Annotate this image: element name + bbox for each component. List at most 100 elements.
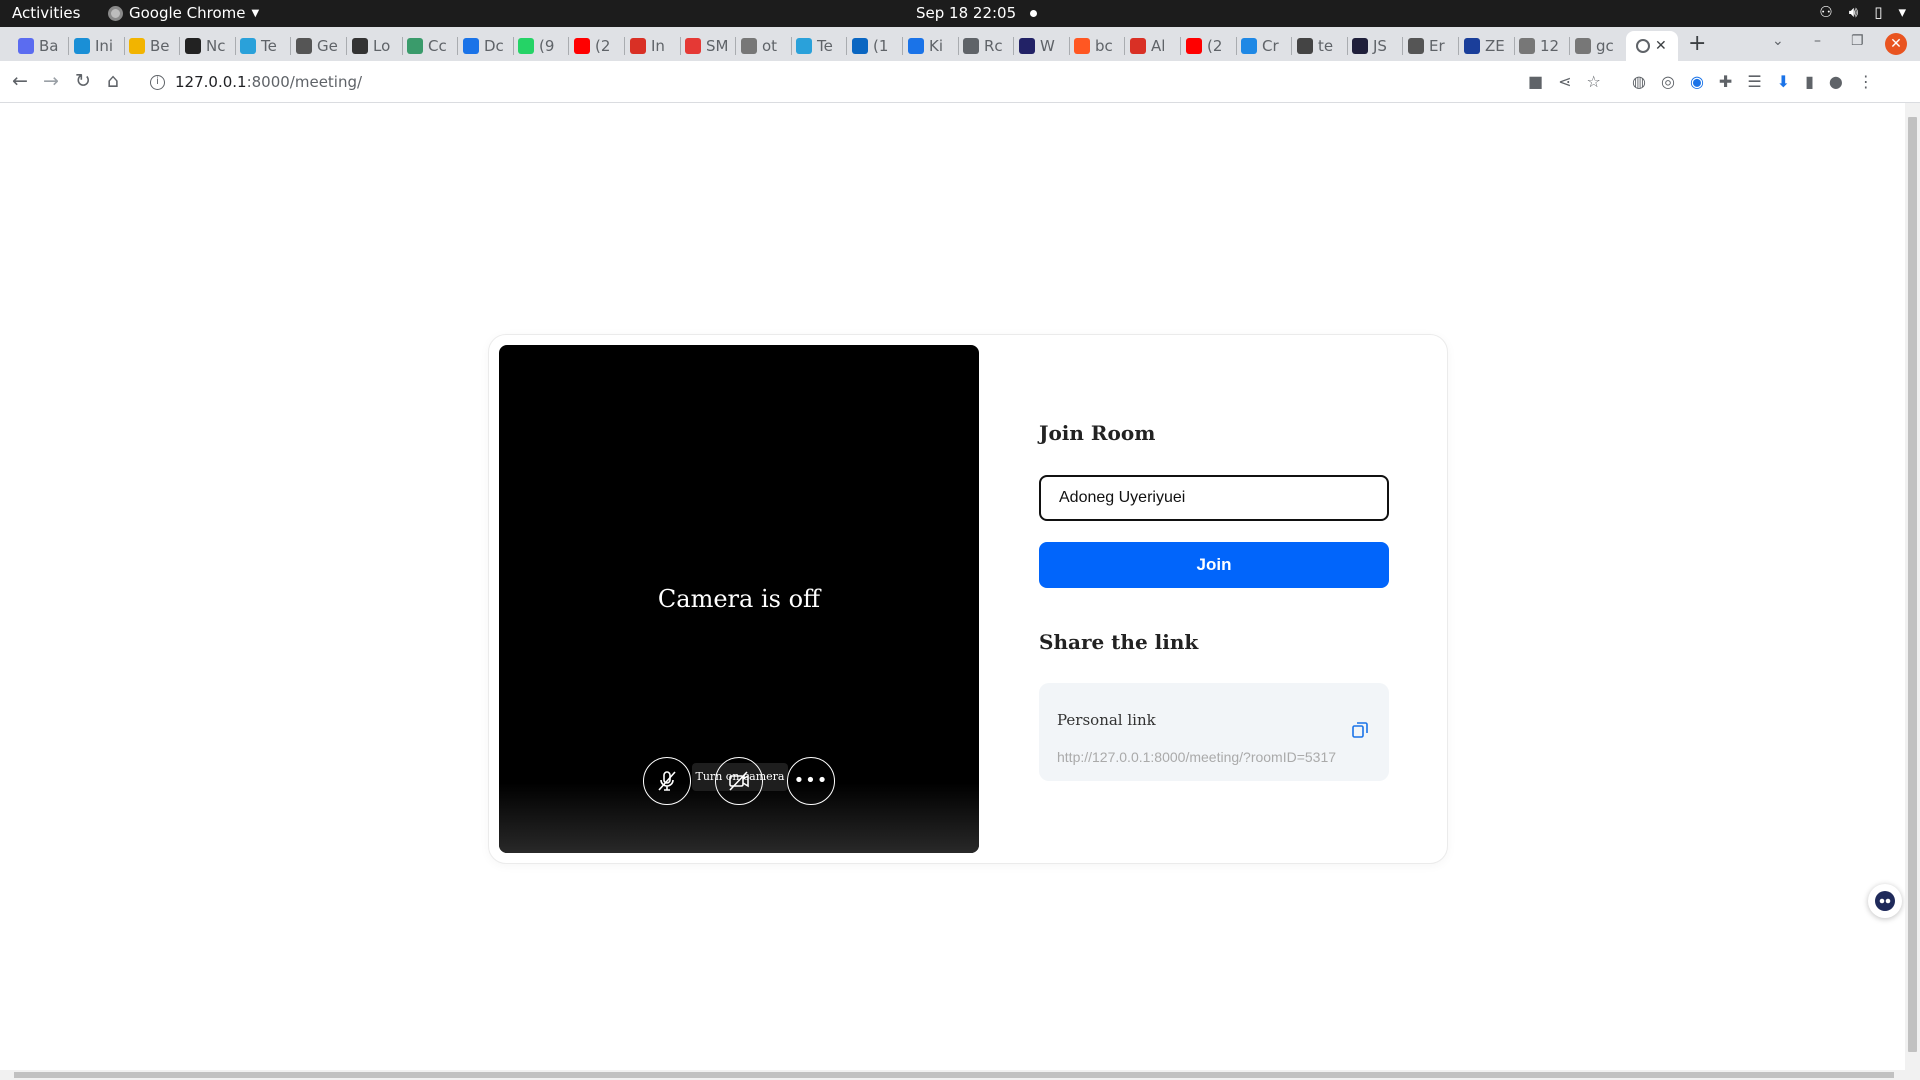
tab-label: (2 — [1207, 37, 1223, 55]
tab[interactable]: ZE — [1464, 31, 1505, 61]
tab-label: gc — [1596, 37, 1614, 55]
tab[interactable]: W — [1019, 31, 1055, 61]
tab-search-icon[interactable]: ⌄ — [1772, 33, 1784, 49]
profile-avatar[interactable]: ● — [1829, 72, 1843, 91]
tab-favicon-icon — [963, 38, 979, 54]
tab[interactable]: (1 — [852, 31, 888, 61]
reload-icon[interactable]: ↻ — [75, 70, 91, 92]
tab-close-icon[interactable]: ✕ — [1655, 38, 1667, 54]
tab-active-meeting[interactable]: ✕ — [1626, 31, 1678, 61]
tab-label: Er — [1429, 37, 1445, 55]
bookmark-star-icon[interactable]: ☆ — [1587, 72, 1601, 91]
tab[interactable]: Cr — [1241, 31, 1279, 61]
app-menu[interactable]: Google Chrome ▼ — [108, 4, 259, 22]
notification-dot-icon — [1030, 9, 1038, 17]
address-bar[interactable]: i 127.0.0.1:8000/meeting/ — [140, 66, 1500, 98]
side-panel-icon[interactable]: ▮ — [1805, 72, 1814, 91]
display-name-input[interactable] — [1039, 475, 1389, 521]
forward-icon[interactable]: → — [43, 70, 59, 92]
vertical-scrollbar[interactable] — [1905, 103, 1920, 1070]
tab-favicon-icon — [240, 38, 256, 54]
volume-icon: 🔊︎ — [1848, 3, 1859, 21]
new-tab-button[interactable]: + — [1688, 31, 1706, 56]
extension-icon[interactable]: ◎ — [1661, 72, 1675, 91]
tab[interactable]: (9 — [518, 31, 554, 61]
tab[interactable]: Nc — [185, 31, 225, 61]
extensions-area: ◍ ◎ ◉ ✚ ☰ ⬇ ▮ ● ⋮ — [1632, 72, 1874, 91]
copy-icon[interactable] — [1351, 721, 1369, 739]
tab-separator — [1236, 37, 1237, 55]
tab[interactable]: (2 — [574, 31, 610, 61]
minimize-icon[interactable]: – — [1814, 33, 1821, 49]
tab-label: Cr — [1262, 37, 1279, 55]
home-icon[interactable]: ⌂ — [107, 70, 119, 92]
tab-separator — [1180, 37, 1181, 55]
tab-favicon-icon — [741, 38, 757, 54]
join-room-heading: Join Room — [1039, 421, 1156, 445]
tab[interactable]: Ini — [74, 31, 113, 61]
tab[interactable]: ot — [741, 31, 777, 61]
extension-icon[interactable]: ◍ — [1632, 72, 1646, 91]
tab-favicon-icon — [1575, 38, 1591, 54]
tab-separator — [1458, 37, 1459, 55]
tab[interactable]: Rc — [963, 31, 1003, 61]
tab-separator — [1347, 37, 1348, 55]
tab[interactable]: Ki — [908, 31, 943, 61]
tab-label: Te — [261, 37, 277, 55]
tab[interactable]: SM — [685, 31, 728, 61]
tab[interactable]: Er — [1408, 31, 1445, 61]
tab-separator — [1402, 37, 1403, 55]
tab-favicon-icon — [1241, 38, 1257, 54]
tab[interactable]: In — [630, 31, 665, 61]
tab[interactable]: Dc — [463, 31, 504, 61]
tab-separator — [680, 37, 681, 55]
horizontal-scrollbar[interactable] — [0, 1070, 1920, 1080]
system-tray[interactable]: ⚇ 🔊︎ ▯ ▾ — [1819, 3, 1906, 21]
tab-label: Ki — [929, 37, 944, 55]
activities-button[interactable]: Activities — [12, 4, 80, 22]
tab[interactable]: bc — [1074, 31, 1113, 61]
tab-label: Be — [150, 37, 170, 55]
tab[interactable]: te — [1297, 31, 1333, 61]
back-icon[interactable]: ← — [12, 70, 28, 92]
more-options-button[interactable]: ••• — [787, 757, 835, 805]
tab[interactable]: Te — [240, 31, 277, 61]
share-icon[interactable]: ⋖ — [1558, 72, 1571, 91]
restore-icon[interactable]: ❐ — [1851, 33, 1864, 49]
download-icon[interactable]: ⬇ — [1777, 72, 1790, 91]
toolbar-actions: ■ ⋖ ☆ — [1528, 72, 1601, 91]
tab-separator — [846, 37, 847, 55]
clock[interactable]: Sep 18 22:05 — [916, 4, 1038, 22]
close-window-button[interactable]: ✕ — [1885, 33, 1907, 55]
tab[interactable]: Ba — [18, 31, 58, 61]
globe-icon — [1636, 39, 1650, 53]
tab[interactable]: Be — [129, 31, 170, 61]
tab-separator — [402, 37, 403, 55]
tab[interactable]: Te — [796, 31, 833, 61]
camera-off-icon — [729, 771, 749, 791]
tab[interactable]: gc — [1575, 31, 1614, 61]
tab[interactable]: Al — [1130, 31, 1165, 61]
puzzle-icon[interactable]: ✚ — [1719, 72, 1732, 91]
tab[interactable]: Lo — [352, 31, 390, 61]
site-info-icon[interactable]: i — [150, 74, 165, 90]
vertical-scroll-thumb[interactable] — [1908, 117, 1917, 1052]
camera-toggle-button[interactable] — [715, 757, 763, 805]
join-button[interactable]: Join — [1039, 542, 1389, 588]
system-top-bar: Activities Google Chrome ▼ Sep 18 22:05 … — [0, 0, 1920, 27]
battery-icon: ▯ — [1874, 3, 1883, 21]
reading-list-icon[interactable]: ☰ — [1747, 72, 1761, 91]
assistant-floating-button[interactable] — [1868, 884, 1902, 918]
menu-kebab-icon[interactable]: ⋮ — [1858, 72, 1874, 91]
horizontal-scroll-thumb[interactable] — [14, 1072, 1894, 1078]
tab[interactable]: 12 — [1519, 31, 1559, 61]
tab[interactable]: JS — [1352, 31, 1387, 61]
extension-icon[interactable]: ◉ — [1690, 72, 1704, 91]
camera-indicator-icon[interactable]: ■ — [1528, 72, 1543, 91]
personal-link-url: http://127.0.0.1:8000/meeting/?roomID=53… — [1057, 749, 1337, 765]
microphone-toggle-button[interactable] — [643, 757, 691, 805]
tab-favicon-icon — [407, 38, 423, 54]
tab[interactable]: (2 — [1186, 31, 1222, 61]
tab[interactable]: Cc — [407, 31, 447, 61]
tab[interactable]: Ge — [296, 31, 338, 61]
